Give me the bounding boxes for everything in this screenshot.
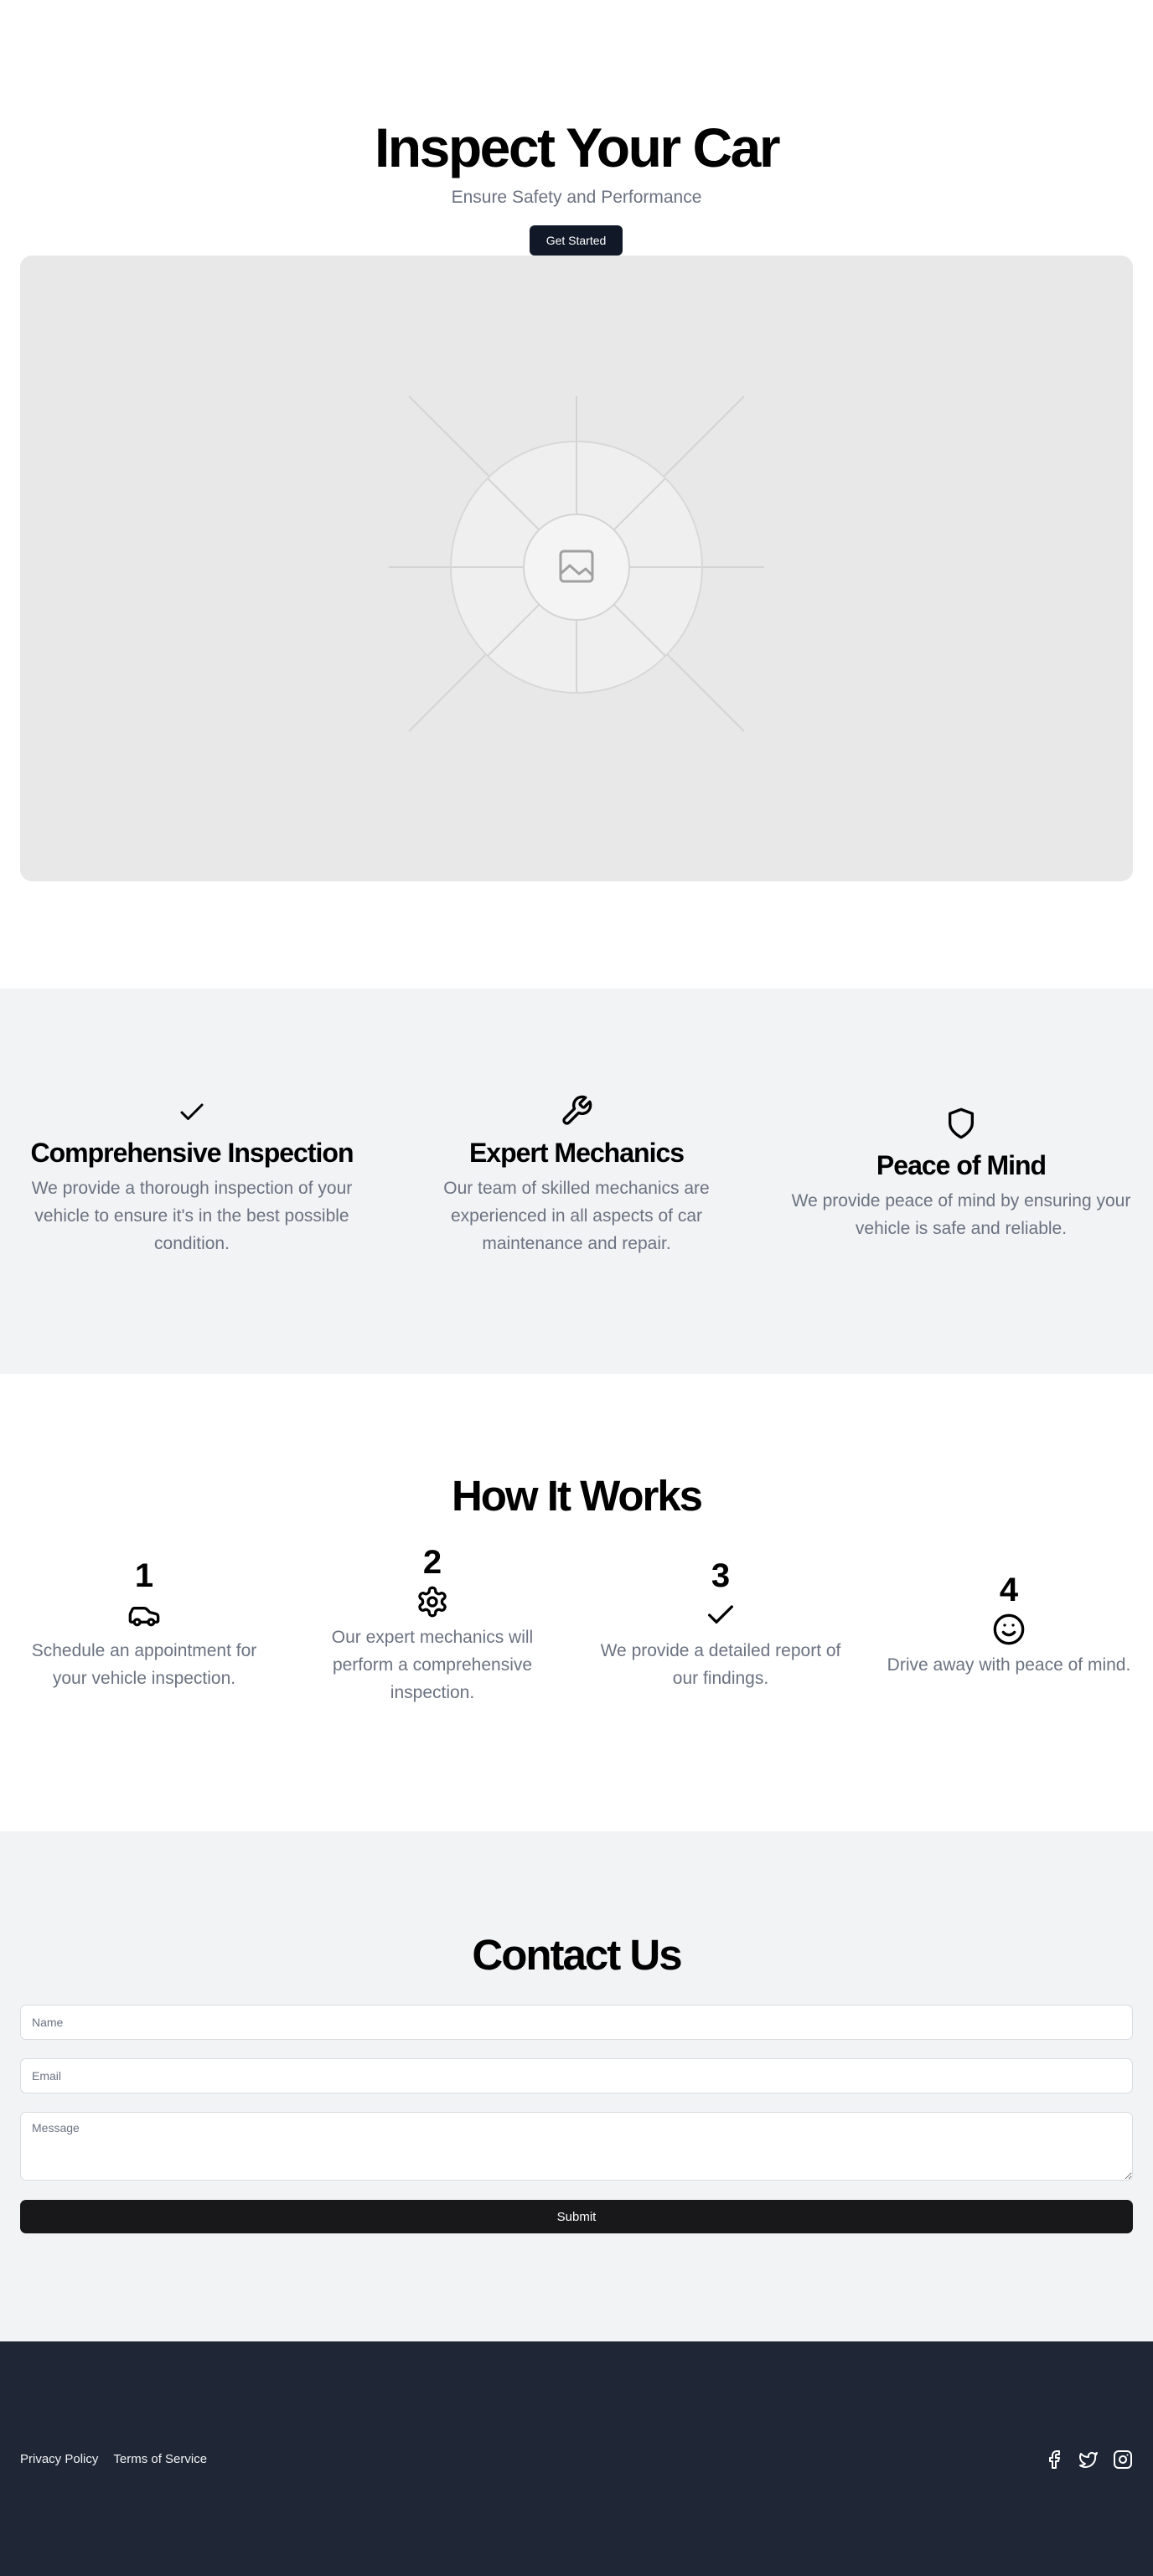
- email-field[interactable]: [20, 2058, 1133, 2093]
- step-4: 4 Drive away with peace of mind.: [885, 1571, 1133, 1679]
- step-number: 2: [422, 1544, 442, 1581]
- shield-icon: [949, 1107, 974, 1139]
- feature-title: Peace of Mind: [876, 1150, 1047, 1180]
- step-number: 4: [999, 1572, 1019, 1608]
- hero-title: Inspect Your Car: [374, 116, 781, 178]
- feature-peace-of-mind: Peace of Mind We provide peace of mind b…: [789, 1107, 1133, 1242]
- wrench-icon: [562, 1095, 592, 1125]
- check-icon: [180, 1103, 204, 1120]
- step-number: 1: [134, 1557, 154, 1594]
- image-placeholder-icon: [389, 395, 764, 732]
- step-text: Schedule an appointment for your vehicle…: [31, 1641, 257, 1688]
- contact-section: Contact Us Submit: [0, 1831, 1153, 2341]
- submit-button[interactable]: Submit: [20, 2200, 1133, 2233]
- terms-of-service-link[interactable]: Terms of Service: [113, 2451, 207, 2468]
- twitter-icon[interactable]: [1078, 2450, 1099, 2470]
- instagram-icon[interactable]: [1113, 2450, 1133, 2470]
- hero-section: Inspect Your Car Ensure Safety and Perfo…: [0, 0, 1153, 989]
- feature-description: Our team of skilled mechanics are experi…: [443, 1179, 710, 1253]
- hero-subtitle: Ensure Safety and Performance: [451, 188, 702, 207]
- step-3: 3 We provide a detailed report of our fi…: [597, 1556, 845, 1692]
- check-icon: [708, 1605, 733, 1624]
- feature-comprehensive-inspection: Comprehensive Inspection We provide a th…: [20, 1097, 364, 1257]
- message-field[interactable]: [20, 2112, 1133, 2181]
- feature-title: Expert Mechanics: [468, 1138, 685, 1168]
- hero-image: [20, 256, 1133, 881]
- features-section: Comprehensive Inspection We provide a th…: [0, 989, 1153, 1374]
- feature-expert-mechanics: Expert Mechanics Our team of skilled mec…: [405, 1094, 748, 1257]
- smile-icon: [993, 1613, 1025, 1645]
- step-text: Drive away with peace of mind.: [887, 1655, 1131, 1675]
- footer-links: Privacy Policy Terms of Service: [20, 2451, 207, 2468]
- feature-description: We provide peace of mind by ensuring you…: [791, 1191, 1131, 1238]
- step-number: 3: [711, 1557, 731, 1594]
- name-field[interactable]: [20, 2005, 1133, 2040]
- contact-title: Contact Us: [472, 1931, 682, 1979]
- step-text: Our expert mechanics will perform a comp…: [331, 1628, 534, 1702]
- facebook-icon[interactable]: [1044, 2450, 1064, 2470]
- footer: Privacy Policy Terms of Service: [0, 2341, 1153, 2576]
- step-2: 2 Our expert mechanics will perform a co…: [308, 1543, 556, 1706]
- social-links: [1044, 2450, 1133, 2470]
- privacy-policy-link[interactable]: Privacy Policy: [20, 2451, 98, 2468]
- how-it-works-title: How It Works: [451, 1472, 703, 1520]
- get-started-button[interactable]: Get Started: [530, 225, 623, 256]
- gear-icon: [418, 1586, 447, 1618]
- feature-description: We provide a thorough inspection of your…: [31, 1179, 353, 1253]
- step-1: 1 Schedule an appointment for your vehic…: [20, 1556, 268, 1692]
- car-icon: [128, 1607, 160, 1627]
- step-text: We provide a detailed report of our find…: [600, 1641, 841, 1688]
- feature-title: Comprehensive Inspection: [30, 1138, 354, 1168]
- how-it-works-section: How It Works 1 Schedule an appointment f…: [0, 1374, 1153, 1831]
